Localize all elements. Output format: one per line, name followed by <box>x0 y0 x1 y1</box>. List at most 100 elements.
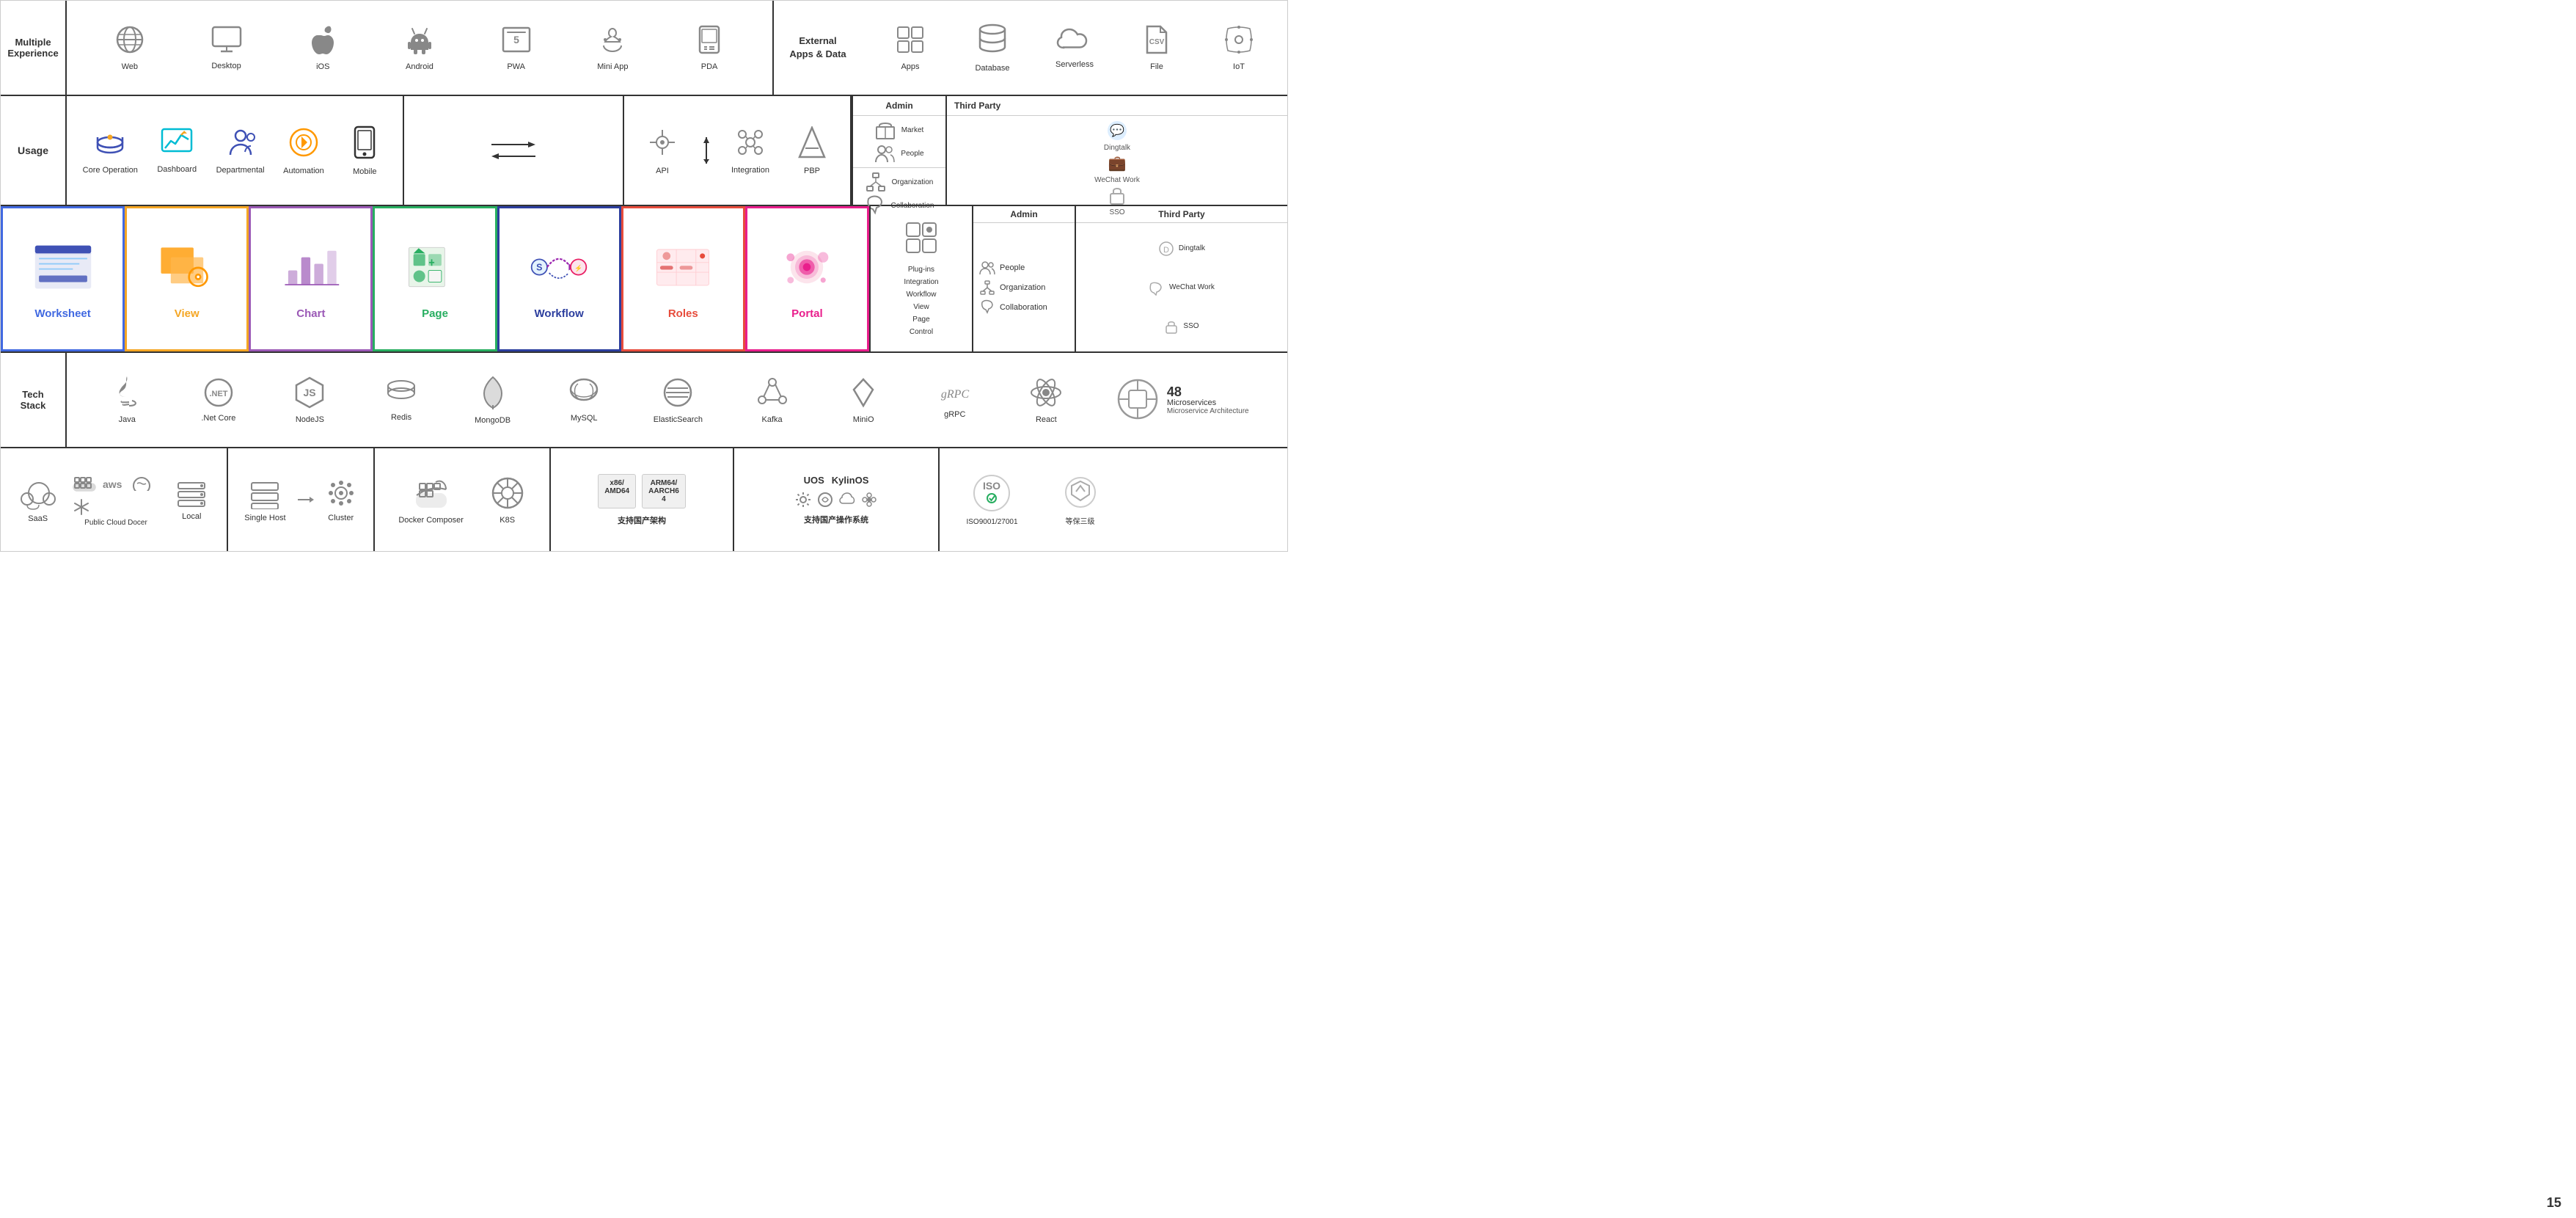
market-label: Market <box>901 126 924 134</box>
ios-icon <box>310 25 335 58</box>
nodejs-icon: JS <box>295 376 324 411</box>
workflow-label: Workflow <box>535 307 584 320</box>
mysql-icon <box>568 378 600 409</box>
kafka-item: Kafka <box>750 376 794 424</box>
external-apps-label: ExternalApps & Data <box>774 27 862 68</box>
dotnet-icon: .NET <box>202 378 235 409</box>
row3-right-panel: Admin People Organization Co <box>972 206 1287 351</box>
admin-col-body: People Organization Collaboration <box>973 223 1075 351</box>
x86-badge: x86/AMD64 <box>598 474 636 508</box>
arch-badges: x86/AMD64 ARM64/AARCH64 <box>598 474 686 508</box>
dashboard-icon <box>161 128 193 161</box>
market-item: Market <box>875 120 924 140</box>
admin-col-header: Admin <box>973 206 1075 223</box>
chart-label: Chart <box>296 307 325 320</box>
android-item: Android <box>398 25 442 71</box>
row-tech-stack: Tech Stack Java .NET .Net Core JS <box>1 353 1287 448</box>
mobile-label: Mobile <box>353 167 376 176</box>
aws-icon: aws <box>101 476 128 491</box>
grpc-icon: gRPC <box>937 382 973 406</box>
core-operation-item: Core Operation <box>83 127 138 175</box>
miniapp-label: Mini App <box>597 62 628 71</box>
elasticsearch-icon <box>662 376 694 411</box>
cluster-item: Cluster <box>325 477 357 522</box>
svg-text:.NET: .NET <box>209 390 227 398</box>
wechat-work-icon: 💼 <box>1106 152 1128 174</box>
saas-icon <box>20 477 56 510</box>
elasticsearch-label: ElasticSearch <box>654 415 703 424</box>
react-icon <box>1028 376 1064 411</box>
page-feature-icon <box>406 238 464 296</box>
web-label: Web <box>122 62 138 71</box>
minio-icon <box>851 376 876 411</box>
docker-composer-icon <box>409 475 453 511</box>
cloud-os-icon <box>839 492 855 508</box>
admin-collab-icon <box>979 299 995 316</box>
integration-items: API <box>624 96 852 205</box>
integration-item: Integration <box>728 127 772 175</box>
pbp-item: PBP <box>790 126 834 175</box>
worksheet-label: Worksheet <box>34 307 90 320</box>
microservice-item: 48 Microservices Microservice Architectu… <box>1116 377 1249 423</box>
admin-top: Market People <box>853 116 945 168</box>
svg-text:ISO: ISO <box>983 480 1000 492</box>
chart-feature-icon <box>282 238 340 296</box>
docker-brand-icon <box>72 473 97 494</box>
vertical-arrows <box>702 136 711 165</box>
saas-item: SaaS <box>20 477 56 523</box>
people-item: People <box>874 143 923 164</box>
huawei-icon <box>72 498 91 516</box>
portal-label: Portal <box>791 307 823 320</box>
microservice-count: 48 <box>1167 385 1182 398</box>
public-cloud-label: Public Cloud Docer <box>84 519 147 527</box>
svg-text:CSV: CSV <box>1149 38 1165 46</box>
react-item: React <box>1024 376 1068 424</box>
iot-icon <box>1224 25 1254 58</box>
web-icon <box>115 25 144 58</box>
sso-row3: SSO <box>1164 318 1199 335</box>
docker-composer-item: Docker Composer <box>398 475 464 525</box>
iot-label: IoT <box>1233 62 1245 71</box>
row-multiple-experience: Multiple Experience Web Desktop <box>1 1 1287 96</box>
k8s-label: K8S <box>500 516 515 525</box>
row-deployment: SaaS aws <box>1 448 1287 551</box>
plugins-list: Plug-ins Integration Workflow View Page … <box>904 263 938 338</box>
chart-tile: Chart <box>249 206 373 351</box>
admin-col-row3: Admin People Organization Co <box>973 206 1076 351</box>
page-label: Page <box>422 307 448 320</box>
automation-icon <box>288 126 320 162</box>
third-party-header: Third Party <box>947 96 1287 116</box>
mobile-icon <box>354 125 376 163</box>
domestic-os-label: 支持国产操作系统 <box>804 514 868 525</box>
web-item: Web <box>108 25 152 71</box>
saas-local-section: SaaS aws <box>1 448 228 551</box>
pwa-item: 5 PWA <box>494 25 538 71</box>
third-party-section: Third Party 💬 Dingtalk 💼 WeChat Work SSO <box>947 96 1287 205</box>
minio-label: MiniO <box>853 415 874 424</box>
third-party-col-header: Third Party <box>1076 206 1287 223</box>
redis-icon <box>385 379 417 409</box>
core-operation-icon <box>95 127 125 161</box>
left-arrow-icon <box>491 152 535 161</box>
domestic-arch-label: 支持国产架构 <box>618 514 666 526</box>
sso-row3-label: SSO <box>1183 322 1199 330</box>
view-label: View <box>175 307 200 320</box>
dashboard-label: Dashboard <box>157 165 197 174</box>
react-label: React <box>1036 415 1057 424</box>
pbp-icon <box>798 126 826 162</box>
grpc-label: gRPC <box>944 410 965 419</box>
admin-collab-label: Collaboration <box>1000 303 1047 312</box>
dingtalk-label: Dingtalk <box>1104 144 1130 152</box>
right-arrow-icon <box>491 140 535 149</box>
file-label: File <box>1150 62 1163 71</box>
cluster-label: Cluster <box>328 514 354 522</box>
arrow-icon <box>296 491 314 508</box>
automation-label: Automation <box>283 167 324 175</box>
nodejs-label: NodeJS <box>296 415 324 424</box>
view-tile: View <box>125 206 249 351</box>
mysql-item: MySQL <box>562 378 606 423</box>
microservice-icon <box>1116 377 1160 423</box>
alibaba-cloud-icon <box>132 476 151 491</box>
local-label: Local <box>182 512 201 521</box>
svg-text:5: 5 <box>513 34 519 45</box>
